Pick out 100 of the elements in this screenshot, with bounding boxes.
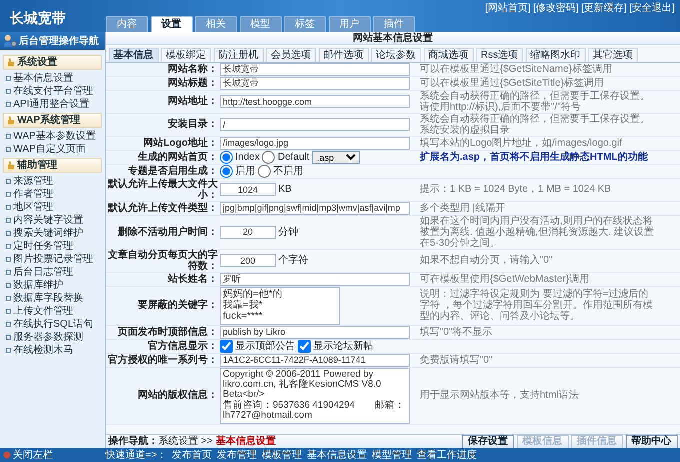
quick-link[interactable]: 模板管理 bbox=[262, 450, 302, 460]
header-link[interactable]: [修改密码] bbox=[533, 2, 579, 14]
option-label: 启用 bbox=[236, 166, 256, 176]
quick-link[interactable]: 模型管理 bbox=[372, 450, 412, 460]
settings-tab[interactable]: 模板绑定 bbox=[161, 48, 211, 62]
input-field[interactable]: 长城宽带 bbox=[220, 76, 410, 90]
hint-text: 可以在模板里通过{$GetSiteTitle}标签调用 bbox=[419, 78, 606, 88]
text-line: 妈妈的=他*的 bbox=[223, 288, 284, 300]
field-label: 网站地址： bbox=[106, 90, 220, 112]
hint-text: 可以在模板里通过{$GetSiteName}标签调用 bbox=[419, 64, 614, 74]
hint-text: 系统会自动获得正确的路径，但需要手工保存设置。请使用http://标识),后面不要带"/"符号 bbox=[419, 90, 651, 112]
settings-tab[interactable]: 其它选项 bbox=[588, 48, 638, 62]
sidebar-item[interactable]: 上传文件管理 bbox=[0, 304, 105, 318]
text-area[interactable]: 妈妈的=他*的 我靠=我* fuck=**** bbox=[220, 286, 340, 324]
settings-tab[interactable]: 会员选项 bbox=[266, 48, 316, 62]
hint-text: 可在模板里使用{$GetWebMaster}调用 bbox=[419, 274, 590, 284]
input-field[interactable]: http://test.hoogge.com bbox=[220, 95, 410, 108]
sidebar-section-header[interactable]: WAP系统管理 bbox=[3, 112, 102, 128]
sidebar-item[interactable]: 作者管理 bbox=[0, 188, 105, 200]
hint-text: 扩展名为.asp，首页将不启用生成静态HTML的功能 bbox=[418, 152, 649, 162]
header-link[interactable]: [安全退出] bbox=[629, 2, 675, 14]
quick-link[interactable]: 查看工作进度 bbox=[417, 450, 478, 460]
panel-title: 网站基本信息设置 bbox=[106, 32, 680, 45]
input-field[interactable]: 200 bbox=[220, 254, 276, 267]
option-label: 不启用 bbox=[274, 166, 304, 176]
unit-label: 个字符 bbox=[278, 255, 308, 266]
text-line: fuck=**** bbox=[223, 310, 264, 322]
hint-text: 说明：过滤字符设定规则为 要过滤的字符=过滤后的字符 ，每个过滤字符用回车分割开。作用范围所有模型的内容、评论、问答及小论坛等。 bbox=[419, 289, 654, 322]
header-link[interactable]: [网站首页] bbox=[485, 2, 531, 14]
quick-link[interactable]: 发布管理 bbox=[217, 450, 258, 460]
header-link[interactable]: [更新缓存] bbox=[581, 2, 627, 14]
close-sidebar-link[interactable]: 关闭左栏 bbox=[2, 450, 100, 460]
quick-access-label: 快速通道=>： bbox=[106, 450, 168, 460]
field-label: 文章自动分页每页大的字符数： bbox=[106, 250, 220, 272]
hint-text: 填写"0"将不显示 bbox=[419, 326, 494, 338]
sidebar-item[interactable]: 定时任务管理 bbox=[0, 240, 105, 252]
input-field[interactable]: jpg|bmp|gif|png|swf|mid|mp3|wmv|asf|avi|mp bbox=[220, 202, 410, 214]
input-field[interactable]: 1024 bbox=[220, 183, 276, 196]
sidebar-item[interactable]: 数据库字段替换 bbox=[0, 292, 105, 304]
hint-text: 系统会自动获得正确的路径，但需要手工保存设置。系统安装的虚拟目录 bbox=[419, 114, 651, 136]
site-logo: 长城宽带 bbox=[9, 9, 67, 28]
sidebar-item[interactable]: 搜索关键词维护 bbox=[0, 226, 105, 240]
field-label: 删除不活动用户时间： bbox=[106, 216, 220, 248]
settings-tab[interactable]: 防注册机 bbox=[214, 48, 264, 62]
settings-tab[interactable]: 商城选项 bbox=[424, 48, 474, 62]
action-button[interactable]: 帮助中心 bbox=[626, 434, 678, 448]
sidebar-item[interactable]: 后台日志管理 bbox=[0, 266, 105, 278]
option-label: Default bbox=[278, 152, 310, 162]
settings-tab[interactable]: 基本信息 bbox=[108, 48, 158, 62]
text-area[interactable]: Copyright © 2006-2011 Powered by likro.com.cn, 礼客隆KesionCMS V8.0 Beta<br/> 售前咨询：9537636 41904294 邮箱：lh7727@hotmail.com bbox=[220, 368, 410, 424]
input-field[interactable]: 1A1C2-6CC11-7422F-A1089-11741 bbox=[220, 354, 410, 366]
unit-label: 分钟 bbox=[278, 226, 298, 238]
field-label: 专题是否启用生成： bbox=[106, 164, 220, 178]
field-label: 网站的版权信息： bbox=[106, 368, 220, 424]
sidebar-item[interactable]: 内容关键字设置 bbox=[0, 214, 105, 226]
text-line: 我靠=我* bbox=[223, 300, 264, 310]
settings-tab[interactable]: 缩略图水印 bbox=[526, 48, 586, 62]
sidebar-item[interactable]: 在线执行SQL语句 bbox=[0, 318, 105, 330]
settings-tab[interactable]: Rss选项 bbox=[476, 48, 524, 62]
text-line: Copyright © 2006-2011 Powered by likro.com.cn, 礼客隆KesionCMS V8.0 Beta<br/> bbox=[223, 370, 382, 400]
settings-tab[interactable]: 邮件选项 bbox=[318, 48, 368, 62]
option-label: 显示论坛新帖 bbox=[314, 340, 374, 352]
sidebar-section-header[interactable]: 系统设置 bbox=[3, 54, 102, 70]
dropdown[interactable]: .asp bbox=[312, 150, 360, 164]
hint-text: 免费版请填写"0" bbox=[419, 354, 494, 366]
sidebar-item[interactable]: 在线支付平台管理 bbox=[0, 84, 105, 98]
field-label: 默认允许上传文件类型： bbox=[106, 202, 220, 214]
sidebar-item[interactable]: WAP基本参数设置 bbox=[0, 130, 105, 142]
input-field[interactable]: publish by Likro bbox=[220, 326, 410, 338]
input-field[interactable]: / bbox=[220, 118, 410, 131]
nav-tab[interactable]: 设置 bbox=[150, 16, 192, 32]
input-field[interactable]: 20 bbox=[220, 226, 276, 238]
input-field[interactable]: /images/logo.jpg bbox=[220, 136, 410, 150]
sidebar-item[interactable]: 地区管理 bbox=[0, 200, 105, 214]
sidebar-item[interactable]: 图片投票记录管理 bbox=[0, 252, 105, 266]
settings-tab[interactable]: 论坛参数 bbox=[371, 48, 421, 62]
field-label: 默认允许上传最大文件大小： bbox=[106, 178, 220, 200]
sidebar-item[interactable]: 数据库维护 bbox=[0, 278, 105, 292]
input-field[interactable]: 罗昕 bbox=[220, 272, 410, 286]
field-label: 网站标题： bbox=[106, 76, 220, 90]
hint-text: 提示：1 KB = 1024 Byte，1 MB = 1024 KB bbox=[419, 184, 612, 195]
field-label: 官方信息显示： bbox=[106, 340, 220, 352]
sidebar-item[interactable]: 基本信息设置 bbox=[0, 72, 105, 84]
field-label: 要屏蔽的关键字： bbox=[106, 286, 220, 324]
quick-link[interactable]: 基本信息设置 bbox=[307, 450, 368, 460]
input-field[interactable]: 长城宽带 bbox=[220, 62, 410, 76]
quick-link[interactable]: 发布首页 bbox=[172, 450, 212, 460]
action-button[interactable]: 保存设置 bbox=[462, 434, 514, 448]
hint-text: 用于显示网站版本等，支持html语法 bbox=[419, 390, 580, 402]
sidebar-title: 后台管理操作导航 bbox=[19, 36, 99, 46]
sidebar-item[interactable]: 服务器参数探测 bbox=[0, 330, 105, 344]
sidebar-item[interactable]: API通用整合设置 bbox=[0, 98, 105, 110]
text-line: 售前咨询：9537636 41904294 邮箱：lh7727@hotmail.com bbox=[223, 400, 406, 422]
breadcrumb: 操作导航：系统设置 >> 基本信息设置 bbox=[108, 436, 276, 447]
sidebar-item[interactable]: 在线检测木马 bbox=[0, 344, 105, 356]
sidebar-item[interactable]: WAP自定义页面 bbox=[0, 142, 105, 156]
sidebar-section-header[interactable]: 辅助管理 bbox=[3, 158, 102, 172]
sidebar-item[interactable]: 来源管理 bbox=[0, 174, 105, 188]
hint-text: 如果在这个时间内用户没有活动,则用户的在线状态将被置为离线. 值越小越精确,但消耗资源越大. 建议设置在5-30分钟之间。 bbox=[419, 216, 655, 248]
option-label: Index bbox=[236, 152, 260, 162]
